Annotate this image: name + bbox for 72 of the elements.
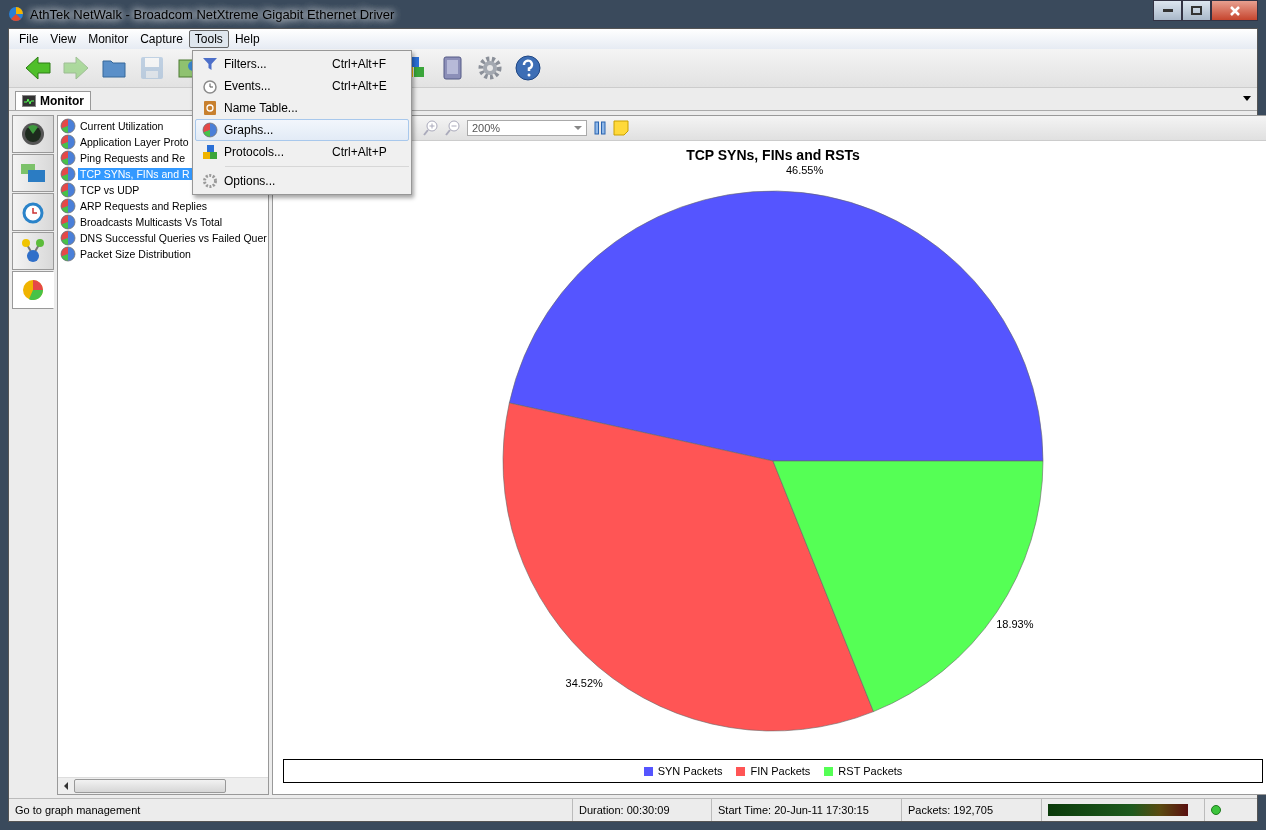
menu-item[interactable]: Tools	[188, 30, 229, 48]
graph-list-item[interactable]: Application Layer Proto	[78, 136, 191, 148]
menu-item[interactable]: Help	[228, 30, 266, 48]
legend-swatch	[643, 766, 653, 776]
dropdown-caret-icon[interactable]	[1243, 96, 1251, 101]
pie-chart-icon	[60, 166, 76, 182]
scroll-left-arrow-icon[interactable]	[62, 782, 70, 790]
pie-chart-icon	[60, 118, 76, 134]
pie-chart-icon	[60, 246, 76, 262]
legend-swatch	[736, 766, 746, 776]
pie-chart-icon	[60, 150, 76, 166]
chart-title: TCP SYNs, FINs and RSTs	[686, 147, 860, 163]
slice-value-label: 46.55%	[785, 163, 824, 176]
alarm-clock-icon	[202, 78, 218, 94]
menu-item[interactable]: Monitor	[82, 30, 135, 48]
close-icon[interactable]	[1229, 5, 1240, 16]
monitors-icon	[20, 162, 46, 184]
network-nodes-icon	[21, 238, 45, 264]
settings-icon	[202, 173, 218, 189]
start-time-text: Start Time: 20-Jun-11 17:30:15	[711, 799, 901, 821]
zoom-dropdown[interactable]: 200%	[467, 120, 587, 136]
back-arrow-icon[interactable]	[23, 53, 53, 83]
duration-text: Duration: 00:30:09	[572, 799, 711, 821]
pie-chart-icon	[60, 214, 76, 230]
graph-list-item[interactable]: Packet Size Distribution	[78, 248, 193, 260]
graph-list-item[interactable]: Ping Requests and Re	[78, 152, 188, 164]
help-icon[interactable]	[513, 53, 543, 83]
pie-chart-icon	[60, 198, 76, 214]
menu-item[interactable]: Capture	[134, 30, 189, 48]
packet-count-text: Packets: 192,705	[901, 799, 1041, 821]
status-light-icon	[1211, 805, 1221, 815]
menu-item[interactable]: View	[44, 30, 83, 48]
menu-item[interactable]: File	[13, 30, 45, 48]
side-tab[interactable]	[12, 115, 54, 153]
app-logo-icon	[8, 6, 24, 22]
legend-label: SYN Packets	[657, 765, 723, 777]
window-title: AthTek NetWalk - Broadcom NetXtreme Gigabit Ethernet Driver	[30, 6, 395, 22]
graph-list-item[interactable]: Current Utilization	[78, 120, 166, 132]
zoom-out-icon[interactable]	[445, 120, 461, 136]
graph-list-item[interactable]: Broadcasts Multicasts Vs Total	[78, 216, 225, 228]
pie-chart-icon	[60, 230, 76, 246]
maximize-icon[interactable]	[1191, 6, 1202, 15]
menu-item[interactable]: Filters... Ctrl+Alt+F	[195, 53, 409, 75]
menu-item[interactable]: Name Table...	[195, 97, 409, 119]
funnel-icon	[202, 56, 218, 72]
monitor-tab[interactable]: Monitor	[15, 91, 91, 110]
minimize-icon[interactable]	[1162, 8, 1173, 13]
menu-item[interactable]: Protocols... Ctrl+Alt+P	[195, 141, 409, 163]
radar-icon	[21, 122, 45, 146]
pie-chart-icon	[60, 134, 76, 150]
pie-chart-icon	[60, 182, 76, 198]
graph-list-item[interactable]: ARP Requests and Replies	[78, 200, 210, 212]
pie-chart-icon	[202, 122, 218, 138]
zoom-in-icon[interactable]	[423, 120, 439, 136]
menu-item[interactable]: Graphs...	[195, 119, 409, 141]
graph-list-item[interactable]: TCP vs UDP	[78, 184, 142, 196]
slice-value-label: 18.93%	[996, 617, 1034, 630]
menu-item[interactable]: Events... Ctrl+Alt+E	[195, 75, 409, 97]
cubes-icon	[202, 144, 218, 160]
address-book-icon	[202, 100, 218, 116]
pause-icon[interactable]	[593, 121, 607, 135]
monitor-icon	[22, 95, 36, 107]
graph-list-item[interactable]: DNS Successful Queries vs Failed Quer	[78, 232, 268, 244]
alarm-clock-icon	[21, 200, 45, 224]
horizontal-scrollbar[interactable]	[58, 777, 268, 794]
legend-label: FIN Packets	[750, 765, 811, 777]
status-message: Go to graph management	[14, 804, 142, 816]
pie-chart-icon	[21, 278, 45, 302]
menu-item[interactable]: Options...	[195, 170, 409, 192]
legend-label: RST Packets	[838, 765, 903, 777]
legend-swatch	[824, 766, 834, 776]
slice-value-label: 34.52%	[565, 676, 603, 689]
